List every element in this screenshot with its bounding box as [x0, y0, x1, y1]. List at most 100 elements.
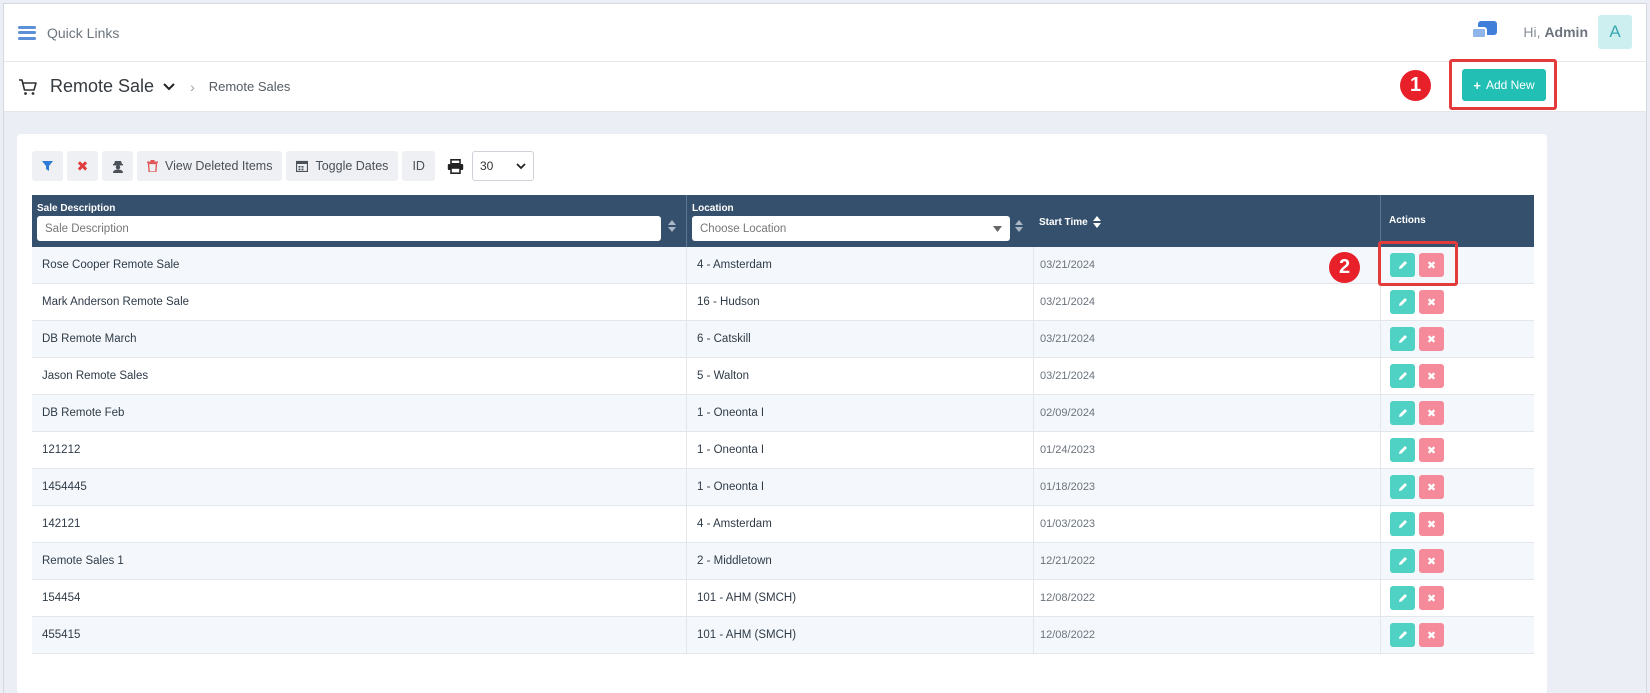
- close-icon: ✖: [1426, 333, 1437, 346]
- actions-cell: ✖: [1381, 358, 1534, 394]
- table-row[interactable]: 455415 101 - AHM (SMCH) 12/08/2022 ✖: [32, 617, 1534, 654]
- edit-button[interactable]: [1390, 364, 1415, 388]
- user-area: Hi, Admin A: [1471, 15, 1632, 49]
- start-time-cell: 01/18/2023: [1034, 469, 1381, 505]
- edit-button[interactable]: [1390, 549, 1415, 573]
- delete-button[interactable]: ✖: [1419, 290, 1444, 314]
- actions-cell: ✖: [1381, 580, 1534, 616]
- table-row[interactable]: 1454445 1 - Oneonta I 01/18/2023 ✖: [32, 469, 1534, 506]
- actions-cell: ✖: [1381, 506, 1534, 542]
- delete-button[interactable]: ✖: [1419, 623, 1444, 647]
- sort-icon[interactable]: [668, 219, 676, 233]
- menu-icon[interactable]: [18, 25, 36, 40]
- delete-button[interactable]: ✖: [1419, 438, 1444, 462]
- content-card: ✖ View Deleted Items Toggle Dates ID 30: [17, 134, 1547, 693]
- highlight-box-actions: [1378, 241, 1458, 286]
- app-frame: Quick Links Hi, Admin A Remote Sale › Re…: [3, 3, 1647, 693]
- table-row[interactable]: DB Remote March 6 - Catskill 03/21/2024 ✖: [32, 321, 1534, 358]
- close-icon: ✖: [1426, 407, 1437, 420]
- actions-cell: ✖: [1381, 432, 1534, 468]
- location-cell: 101 - AHM (SMCH): [687, 617, 1034, 653]
- cart-icon: [19, 78, 37, 95]
- start-time-header[interactable]: Start Time: [1039, 215, 1101, 229]
- location-cell: 6 - Catskill: [687, 321, 1034, 357]
- table-row[interactable]: 142121 4 - Amsterdam 01/03/2023 ✖: [32, 506, 1534, 543]
- edit-button[interactable]: [1390, 290, 1415, 314]
- table-header: Sale Description Sale Description Locati…: [32, 195, 1534, 247]
- view-deleted-items-button[interactable]: View Deleted Items: [137, 151, 283, 181]
- start-time-cell: 12/08/2022: [1034, 580, 1381, 616]
- quick-links-label[interactable]: Quick Links: [47, 25, 119, 41]
- actions-cell: ✖: [1381, 321, 1534, 357]
- column-sale-description: Sale Description Sale Description: [32, 195, 687, 247]
- table-row[interactable]: 154454 101 - AHM (SMCH) 12/08/2022 ✖: [32, 580, 1534, 617]
- table-row[interactable]: Remote Sales 12 - Middletown 12/21/2022 ✖: [32, 543, 1534, 580]
- pencil-icon: [1398, 409, 1407, 417]
- clear-filters-button[interactable]: ✖: [67, 151, 98, 181]
- table-row[interactable]: Mark Anderson Remote Sale 16 - Hudson 03/2…: [32, 284, 1534, 321]
- table-row[interactable]: Jason Remote Sales 5 - Walton 03/21/2024 ✖: [32, 358, 1534, 395]
- close-icon: ✖: [1426, 592, 1437, 605]
- edit-button[interactable]: [1390, 438, 1415, 462]
- add-new-label: Add New: [1485, 78, 1535, 92]
- edit-button[interactable]: [1390, 475, 1415, 499]
- toggle-dates-label: Toggle Dates: [315, 159, 389, 173]
- delete-button[interactable]: ✖: [1419, 401, 1444, 425]
- page-size-select[interactable]: 30: [471, 151, 534, 181]
- sort-icon[interactable]: [1015, 219, 1023, 233]
- sort-icon[interactable]: [1092, 215, 1101, 229]
- start-time-cell: 12/21/2022: [1034, 543, 1381, 579]
- close-icon: ✖: [1426, 518, 1437, 531]
- delete-button[interactable]: ✖: [1419, 586, 1444, 610]
- edit-button[interactable]: [1390, 586, 1415, 610]
- chevron-down-icon[interactable]: [162, 82, 176, 92]
- table-row[interactable]: 121212 1 - Oneonta I 01/24/2023 ✖: [32, 432, 1534, 469]
- toggle-dates-button[interactable]: Toggle Dates: [286, 151, 399, 181]
- annotation-marker-1: 1: [1400, 70, 1431, 101]
- sale-description-cell: 455415: [32, 617, 687, 653]
- delete-button[interactable]: ✖: [1419, 549, 1444, 573]
- table-row[interactable]: Rose Cooper Remote Sale 4 - Amsterdam 03/2…: [32, 247, 1534, 284]
- edit-button[interactable]: [1390, 512, 1415, 536]
- edit-button[interactable]: [1390, 401, 1415, 425]
- breadcrumb: Remote Sales: [208, 79, 291, 94]
- location-cell: 101 - AHM (SMCH): [687, 580, 1034, 616]
- location-filter-select[interactable]: Choose Location: [692, 216, 1010, 241]
- sale-description-cell: Mark Anderson Remote Sale: [32, 284, 687, 320]
- delete-button[interactable]: ✖: [1419, 512, 1444, 536]
- edit-button[interactable]: [1390, 327, 1415, 351]
- delete-button[interactable]: ✖: [1419, 327, 1444, 351]
- close-icon: ✖: [1426, 296, 1437, 309]
- close-icon: ✖: [1426, 555, 1437, 568]
- sale-description-cell: 142121: [32, 506, 687, 542]
- delete-button[interactable]: ✖: [1419, 475, 1444, 499]
- filter-button[interactable]: [32, 151, 63, 181]
- sale-description-filter-input[interactable]: Sale Description: [37, 216, 661, 241]
- sale-description-header: Sale Description: [37, 203, 116, 214]
- table-body: Rose Cooper Remote Sale 4 - Amsterdam 03/2…: [32, 247, 1534, 654]
- avatar[interactable]: A: [1598, 15, 1632, 49]
- page-size-value: 30: [479, 159, 494, 173]
- delete-button[interactable]: ✖: [1419, 364, 1444, 388]
- id-toggle-button[interactable]: ID: [402, 151, 435, 181]
- location-cell: 4 - Amsterdam: [687, 506, 1034, 542]
- view-deleted-label: View Deleted Items: [165, 159, 273, 173]
- edit-button[interactable]: [1390, 623, 1415, 647]
- actions-cell: ✖: [1381, 617, 1534, 653]
- column-location-start: Location Choose Location Start Time: [687, 195, 1381, 247]
- print-icon: [447, 158, 464, 174]
- table-row[interactable]: DB Remote Feb 1 - Oneonta I 02/09/2024 ✖: [32, 395, 1534, 432]
- location-cell: 5 - Walton: [687, 358, 1034, 394]
- start-time-cell: 03/21/2024: [1034, 358, 1381, 394]
- trash-icon: [147, 160, 158, 172]
- add-new-button[interactable]: + Add New: [1462, 69, 1546, 101]
- location-cell: 1 - Oneonta I: [687, 469, 1034, 505]
- print-button[interactable]: [447, 158, 464, 174]
- chat-icon[interactable]: [1471, 21, 1498, 43]
- location-cell: 1 - Oneonta I: [687, 395, 1034, 431]
- sale-description-cell: Rose Cooper Remote Sale: [32, 247, 687, 283]
- user-filter-button[interactable]: [102, 151, 133, 181]
- close-icon: ✖: [1426, 629, 1437, 642]
- page-title: Remote Sale: [50, 76, 155, 96]
- user-greeting: Hi, Admin: [1523, 24, 1588, 40]
